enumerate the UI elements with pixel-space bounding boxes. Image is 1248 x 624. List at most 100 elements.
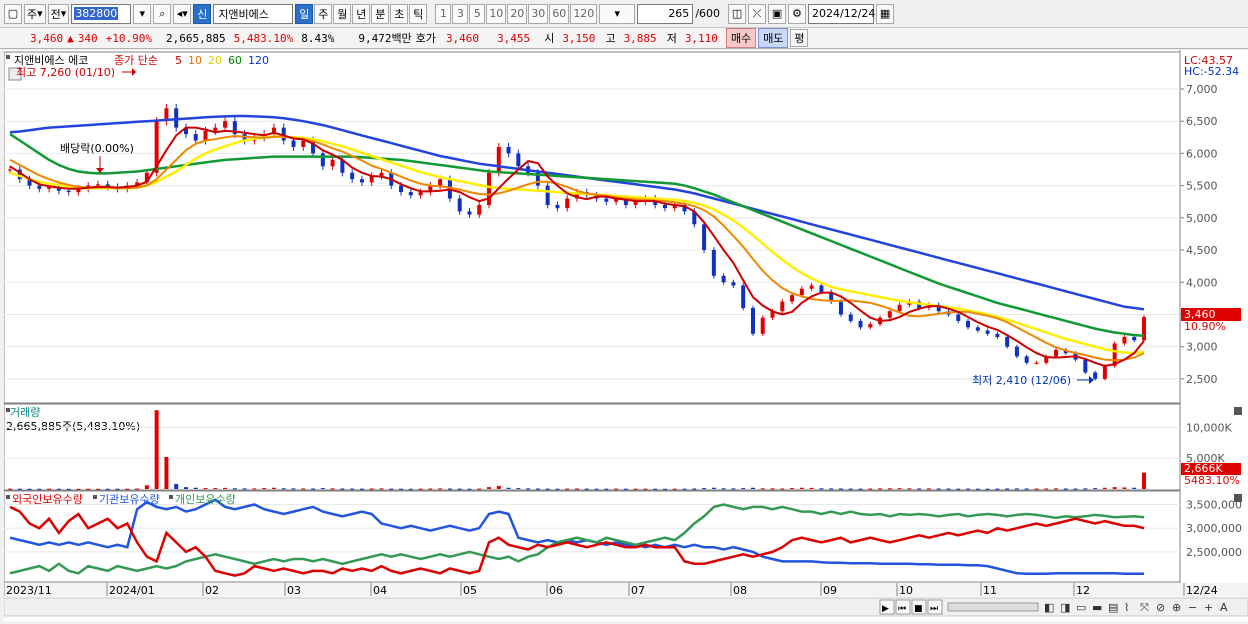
- period-tab-1[interactable]: 주: [314, 3, 333, 24]
- volume-bar: [213, 488, 218, 490]
- prev-select[interactable]: 전 ▾: [47, 3, 70, 24]
- volume-bar: [428, 488, 433, 490]
- interval-tab-20[interactable]: 20: [507, 3, 528, 24]
- volume-bar: [897, 488, 902, 490]
- price-tick-label: 5,000: [1186, 212, 1218, 225]
- volume-bar: [1014, 488, 1019, 490]
- count-input[interactable]: 265: [637, 3, 694, 24]
- holders-tick-label: 3,000,000: [1186, 522, 1242, 535]
- market-select[interactable]: 주 ▾: [24, 3, 46, 24]
- period-tab-3[interactable]: 년: [352, 3, 371, 24]
- candle-body: [213, 127, 218, 131]
- volume-bar: [848, 488, 853, 490]
- new-badge[interactable]: 신: [193, 3, 212, 24]
- hc-label: HC:-52.34: [1184, 65, 1239, 78]
- interval-tab-10[interactable]: 10: [486, 3, 507, 24]
- individual-line: [9, 503, 1145, 575]
- volume-bar: [135, 488, 140, 490]
- volume-bar: [868, 488, 873, 490]
- calendar-icon[interactable]: ▦: [876, 3, 895, 24]
- volume-bar: [682, 488, 687, 490]
- stock-code-input[interactable]: 382800: [71, 3, 132, 24]
- candle-body: [399, 185, 404, 193]
- price-info-bar: 3,460 ▲ 340 +10.90% 2,665,885 5,483.10% …: [0, 28, 1248, 49]
- volume-bar: [203, 488, 208, 490]
- candle-body: [1014, 346, 1019, 357]
- interval-tab-30[interactable]: 30: [528, 3, 549, 24]
- volume-bar: [956, 488, 961, 490]
- period-tab-0[interactable]: 일: [295, 3, 314, 24]
- volume-bar: [311, 488, 316, 490]
- candle-body: [662, 204, 667, 209]
- candle-body: [301, 140, 306, 147]
- candle-type-icon[interactable]: ◫: [728, 3, 747, 24]
- volume-bar: [359, 488, 364, 490]
- interval-tab-1[interactable]: 1: [435, 3, 452, 24]
- interval-tab-120[interactable]: 120: [570, 3, 598, 24]
- volume-bar: [467, 488, 472, 490]
- volume-bar: [27, 488, 32, 490]
- date-value: 2024/12/24: [812, 7, 876, 20]
- holders-close-icon: [1234, 494, 1242, 502]
- volume-bar: [1044, 488, 1049, 490]
- trade-amount: 9,472백만: [358, 32, 412, 45]
- search-icon[interactable]: ⌕: [153, 3, 172, 24]
- period-tab-6[interactable]: 틱: [409, 3, 428, 24]
- chart-svg[interactable]: 7,000 6,500 6,000 5,500 5,000 4,500 4,000 3,500…: [3, 50, 1248, 621]
- candle-body: [359, 179, 364, 183]
- sell-button[interactable]: 매도: [758, 28, 789, 48]
- interval-tabs: 1 3 5 10 20 30 60 120: [435, 3, 598, 24]
- interval-select[interactable]: ▾: [599, 3, 636, 24]
- chart-area[interactable]: 7,000 6,500 6,000 5,500 5,000 4,500 4,000 3,500…: [3, 50, 1248, 621]
- candle-body: [320, 153, 325, 167]
- volume-bar: [946, 488, 951, 490]
- candle-body: [848, 314, 853, 321]
- candle-body: [838, 301, 843, 315]
- zoom-slider: [947, 602, 1039, 612]
- tool-icon-8: ⊕: [1172, 601, 1181, 614]
- bid-price-1: 3,460: [445, 31, 480, 45]
- volume-bar: [721, 488, 726, 490]
- price-tick-label: 4,500: [1186, 244, 1218, 257]
- candle-body: [985, 330, 990, 334]
- sound-icon[interactable]: ◂▾: [173, 3, 192, 24]
- change-arrow: ▲: [67, 31, 74, 45]
- period-tab-4[interactable]: 분: [371, 3, 390, 24]
- price-tick-label: 6,500: [1186, 115, 1218, 128]
- holders-tick-label: 3,500,000: [1186, 498, 1242, 511]
- candle-body: [330, 159, 335, 167]
- candle-body: [1093, 372, 1098, 379]
- save-icon[interactable]: ▣: [768, 3, 787, 24]
- xaxis-label-12: 12: [1076, 584, 1090, 597]
- volume-bar: [418, 488, 423, 490]
- candle-body: [223, 121, 228, 128]
- window-icon[interactable]: ▢: [4, 3, 22, 24]
- candle-body: [721, 275, 726, 283]
- legend-item-4: 20: [208, 54, 222, 67]
- candle-body: [438, 179, 443, 186]
- candle-body: [193, 134, 198, 141]
- date-input[interactable]: 2024/12/24: [808, 3, 876, 24]
- volume-bar: [829, 488, 834, 490]
- interval-tab-5[interactable]: 5: [469, 3, 486, 24]
- settings-icon[interactable]: ⚙: [788, 3, 807, 24]
- volume-bar: [995, 488, 1000, 490]
- volume-bar: [516, 488, 521, 490]
- price-tick-label: 2,500: [1186, 373, 1218, 386]
- avg-button[interactable]: 평: [790, 29, 809, 47]
- interval-tab-60[interactable]: 60: [549, 3, 570, 24]
- buy-button[interactable]: 매수: [725, 28, 757, 48]
- interval-tab-3[interactable]: 3: [452, 3, 469, 24]
- holders-legend-1: 기관보유수량: [99, 493, 160, 506]
- volume-bar: [1073, 488, 1078, 490]
- period-tab-2[interactable]: 월: [333, 3, 352, 24]
- candle-body: [379, 172, 384, 176]
- volume-bar: [672, 488, 677, 490]
- compare-icon[interactable]: ⤫: [748, 3, 767, 24]
- volume-bar: [17, 488, 22, 490]
- xaxis-label-1: 2024/01: [109, 584, 155, 597]
- code-dropdown-icon[interactable]: ▾: [133, 3, 152, 24]
- period-tab-5[interactable]: 초: [390, 3, 409, 24]
- volume-bar: [174, 484, 179, 489]
- volume-bar: [623, 488, 628, 490]
